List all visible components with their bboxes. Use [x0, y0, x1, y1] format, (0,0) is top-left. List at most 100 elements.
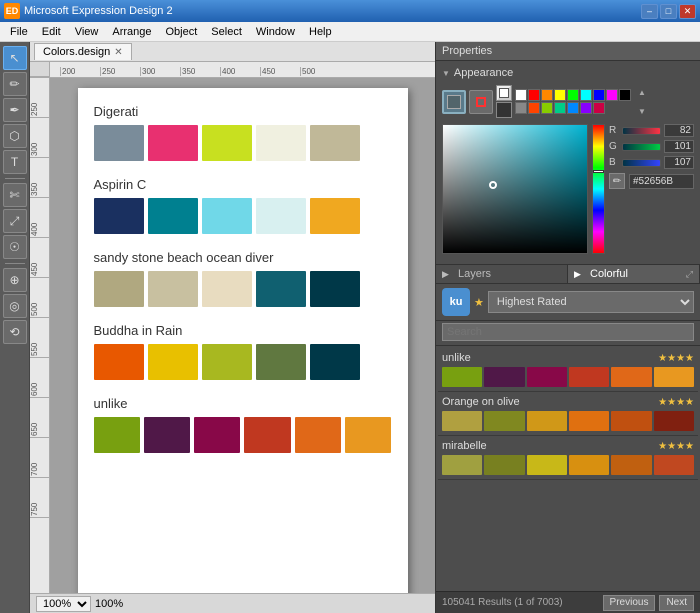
tool-btn-4[interactable]: T	[3, 150, 27, 174]
swatch[interactable]	[148, 125, 198, 161]
r-slider[interactable]	[622, 127, 661, 135]
tool-btn-5[interactable]: ✄	[3, 183, 27, 207]
fill-btn[interactable]	[442, 90, 466, 114]
eyedropper-icon[interactable]: ✏	[609, 173, 625, 189]
rgb-sliders: R G B ✏	[609, 124, 694, 254]
menu-item-view[interactable]: View	[69, 25, 105, 39]
color-swatch[interactable]	[580, 89, 592, 101]
swatch[interactable]	[94, 198, 144, 234]
ruler-tick: 300	[140, 67, 180, 76]
swatch[interactable]	[256, 125, 306, 161]
list-item[interactable]: mirabelle ★★★★	[438, 436, 698, 480]
swatch[interactable]	[310, 344, 360, 380]
menu-item-help[interactable]: Help	[303, 25, 338, 39]
color-swatch[interactable]	[528, 89, 540, 101]
swatch[interactable]	[310, 125, 360, 161]
tool-btn-9[interactable]: ◎	[3, 294, 27, 318]
canvas-scroll[interactable]: Digerati Aspirin C	[50, 78, 435, 593]
g-value[interactable]	[664, 140, 694, 153]
list-swatch	[569, 411, 609, 431]
menu-item-arrange[interactable]: Arrange	[106, 25, 157, 39]
swatch[interactable]	[94, 125, 144, 161]
swatch[interactable]	[202, 125, 252, 161]
b-value[interactable]	[664, 156, 694, 169]
swatch[interactable]	[256, 198, 306, 234]
tab-colorful[interactable]: ▶ Colorful ⤢	[568, 265, 700, 283]
menu-item-select[interactable]: Select	[205, 25, 248, 39]
tab-layers[interactable]: ▶ Layers	[436, 265, 568, 283]
tab-close-icon[interactable]: ✕	[114, 47, 122, 58]
color-swatch[interactable]	[593, 102, 605, 114]
stroke-btn[interactable]	[469, 90, 493, 114]
swatch[interactable]	[256, 271, 306, 307]
swatch[interactable]	[202, 271, 252, 307]
colorful-expand-icon[interactable]: ⤢	[686, 269, 693, 280]
tool-btn-1[interactable]: ✏	[3, 72, 27, 96]
color-swatch[interactable]	[567, 89, 579, 101]
swatch[interactable]	[310, 198, 360, 234]
palette-buddha: Buddha in Rain	[94, 323, 392, 380]
swatch[interactable]	[194, 417, 240, 453]
sort-dropdown[interactable]: Highest Rated Most Recent Most Downloads…	[488, 291, 694, 313]
swatch[interactable]	[202, 344, 252, 380]
color-swatch[interactable]	[541, 89, 553, 101]
swatch[interactable]	[148, 198, 198, 234]
menu-item-edit[interactable]: Edit	[36, 25, 67, 39]
color-swatch[interactable]	[528, 102, 540, 114]
swatch[interactable]	[94, 344, 144, 380]
color-swatch[interactable]	[515, 102, 527, 114]
swatch-down[interactable]: ▼	[638, 107, 650, 116]
swatch[interactable]	[345, 417, 391, 453]
prev-button[interactable]: Previous	[603, 595, 656, 611]
foreground-color[interactable]	[496, 85, 512, 101]
tool-btn-2[interactable]: ✒	[3, 98, 27, 122]
swatch[interactable]	[94, 271, 144, 307]
swatch[interactable]	[94, 417, 140, 453]
menu-item-file[interactable]: File	[4, 25, 34, 39]
swatch[interactable]	[148, 271, 198, 307]
tool-btn-3[interactable]: ⬡	[3, 124, 27, 148]
swatch[interactable]	[295, 417, 341, 453]
color-gradient[interactable]	[442, 124, 588, 254]
search-input[interactable]	[442, 323, 694, 341]
swatch[interactable]	[244, 417, 290, 453]
tool-btn-7[interactable]: ☉	[3, 235, 27, 259]
hue-slider[interactable]	[592, 124, 605, 254]
color-swatch[interactable]	[554, 102, 566, 114]
color-swatch[interactable]	[541, 102, 553, 114]
list-item[interactable]: unlike ★★★★	[438, 348, 698, 392]
g-slider[interactable]	[622, 143, 661, 151]
color-swatch[interactable]	[567, 102, 579, 114]
menu-item-window[interactable]: Window	[250, 25, 301, 39]
palette-digerati: Digerati	[94, 104, 392, 161]
swatch[interactable]	[202, 198, 252, 234]
canvas-tab[interactable]: Colors.design ✕	[34, 43, 132, 60]
color-swatch[interactable]	[580, 102, 592, 114]
close-button[interactable]: ✕	[679, 4, 696, 19]
color-swatch[interactable]	[619, 89, 631, 101]
swatch[interactable]	[256, 344, 306, 380]
color-swatch[interactable]	[606, 89, 618, 101]
swatch[interactable]	[310, 271, 360, 307]
swatch[interactable]	[144, 417, 190, 453]
tool-btn-10[interactable]: ⟲	[3, 320, 27, 344]
minimize-button[interactable]: –	[641, 4, 658, 19]
swatch[interactable]	[148, 344, 198, 380]
palette-aspirin: Aspirin C	[94, 177, 392, 234]
next-button[interactable]: Next	[659, 595, 694, 611]
tool-btn-6[interactable]: ⤢	[3, 209, 27, 233]
color-swatch[interactable]	[515, 89, 527, 101]
swatch-up[interactable]: ▲	[638, 88, 650, 97]
hex-input[interactable]	[629, 174, 694, 189]
b-slider[interactable]	[622, 159, 661, 167]
list-item[interactable]: Orange on olive ★★★★	[438, 392, 698, 436]
r-value[interactable]	[664, 124, 694, 137]
color-swatch[interactable]	[554, 89, 566, 101]
color-swatch[interactable]	[593, 89, 605, 101]
maximize-button[interactable]: □	[660, 4, 677, 19]
menu-item-object[interactable]: Object	[160, 25, 204, 39]
zoom-select[interactable]: 100% 50% 200%	[36, 596, 91, 612]
tool-btn-8[interactable]: ⊕	[3, 268, 27, 292]
background-color[interactable]	[496, 102, 512, 118]
tool-btn-0[interactable]: ↖	[3, 46, 27, 70]
